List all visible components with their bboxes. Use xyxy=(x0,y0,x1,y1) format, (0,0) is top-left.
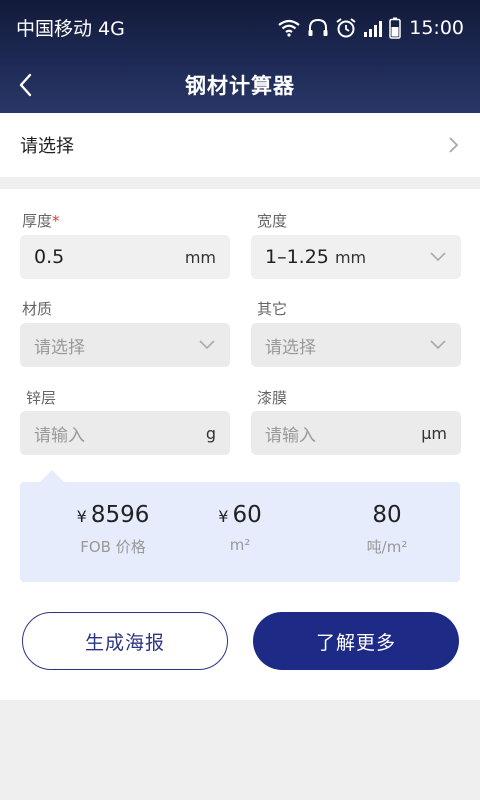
width-label: 宽度 xyxy=(257,212,288,230)
area-number: 60 xyxy=(232,502,262,528)
wifi-icon xyxy=(278,19,300,37)
price-number: 8596 xyxy=(90,502,150,528)
film-label: 漆膜 xyxy=(257,389,288,407)
other-select[interactable]: 请选择 xyxy=(251,323,461,367)
thickness-input[interactable]: 0.5 mm xyxy=(20,235,230,279)
result-notch xyxy=(40,470,64,482)
other-placeholder: 请选择 xyxy=(265,337,316,358)
page-title: 钢材计算器 xyxy=(185,74,295,98)
required-mark: * xyxy=(52,212,60,230)
zinc-placeholder: 请输入 xyxy=(34,425,85,446)
width-unit: mm xyxy=(334,248,367,267)
chevron-down-icon xyxy=(430,252,446,262)
generate-poster-button[interactable]: 生成海报 xyxy=(22,612,228,670)
material-select[interactable]: 请选择 xyxy=(20,323,230,367)
result-density: 80 吨/m² xyxy=(320,502,454,557)
battery-icon xyxy=(389,17,401,39)
thickness-label-text: 厚度 xyxy=(22,212,53,230)
density-value: 80 xyxy=(372,502,402,528)
area-label: m² xyxy=(229,536,251,554)
learn-more-button[interactable]: 了解更多 xyxy=(253,612,459,670)
density-label: 吨/m² xyxy=(366,538,408,556)
carrier-label: 中国移动 4G xyxy=(16,18,125,40)
alarm-clock-icon xyxy=(336,18,356,38)
chevron-down-icon xyxy=(430,340,446,350)
zinc-label: 锌层 xyxy=(26,389,57,407)
film-placeholder: 请输入 xyxy=(265,425,316,446)
material-label: 材质 xyxy=(22,300,53,318)
result-area: ¥60 m² xyxy=(180,502,300,554)
thickness-unit: mm xyxy=(184,247,216,267)
status-bar: 中国移动 4G 15:00 xyxy=(0,0,480,56)
other-label: 其它 xyxy=(257,300,288,318)
width-value: 1–1.25 mm xyxy=(265,246,429,268)
zinc-unit: g xyxy=(205,423,216,443)
width-value-text: 1–1.25 xyxy=(265,246,329,268)
chevron-right-icon xyxy=(449,137,459,153)
currency-symbol: ¥ xyxy=(218,507,229,526)
signal-icon xyxy=(364,21,383,37)
thickness-value: 0.5 xyxy=(34,246,65,268)
clock-time: 15:00 xyxy=(409,17,464,39)
material-placeholder: 请选择 xyxy=(34,337,85,358)
currency-symbol: ¥ xyxy=(76,507,87,526)
thickness-label: 厚度* xyxy=(22,210,60,231)
category-selector-label: 请选择 xyxy=(20,136,74,157)
app-header: 中国移动 4G 15:00 钢材计算器 xyxy=(0,0,480,113)
film-unit: μm xyxy=(421,423,447,443)
area-value: ¥60 xyxy=(180,502,300,528)
price-label: FOB 价格 xyxy=(80,538,146,556)
result-price: ¥8596 FOB 价格 xyxy=(38,502,188,557)
film-input[interactable]: 请输入 μm xyxy=(251,411,461,455)
headphones-icon xyxy=(308,18,328,36)
category-selector[interactable]: 请选择 xyxy=(0,113,480,177)
status-icons: 15:00 xyxy=(277,14,464,42)
zinc-input[interactable]: 请输入 g xyxy=(20,411,230,455)
chevron-down-icon xyxy=(199,340,215,350)
result-panel: ¥8596 FOB 价格 ¥60 m² 80 吨/m² xyxy=(20,482,460,582)
price-value: ¥8596 xyxy=(38,502,188,528)
width-select[interactable]: 1–1.25 mm xyxy=(251,235,461,279)
